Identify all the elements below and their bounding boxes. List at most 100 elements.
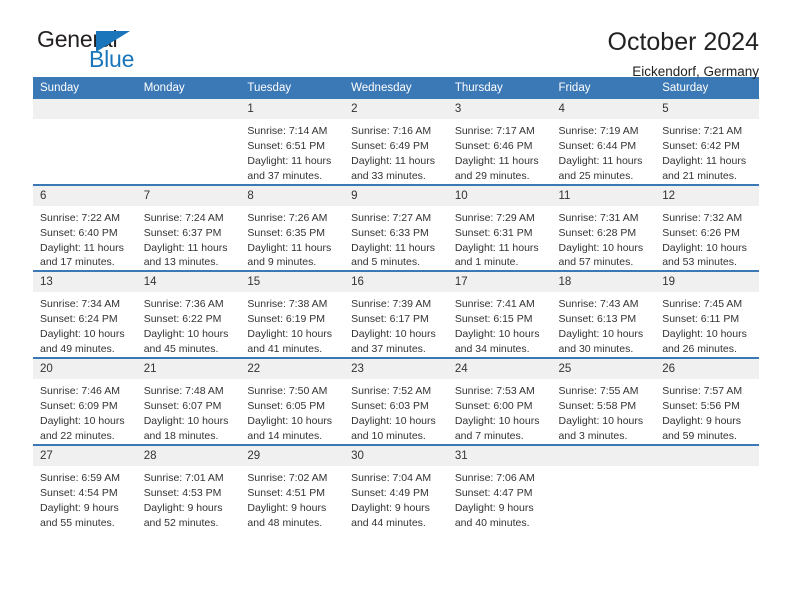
calendar-day-cell[interactable]: 17 Sunrise: 7:41 AM Sunset: 6:15 PM Dayligh…	[447, 270, 552, 359]
sunset-text: Sunset: 4:51 PM	[247, 486, 326, 499]
sunrise-text: Sunrise: 7:34 AM	[40, 298, 120, 311]
calendar-day-cell[interactable]: 7 Sunrise: 7:24 AM Sunset: 6:37 PM Daylight…	[136, 183, 241, 272]
daylight-text: Daylight: 10 hours and 7 minutes.	[454, 414, 540, 442]
day-number: 29	[240, 445, 345, 466]
day-details: Sunrise: 7:17 AM Sunset: 6:46 PM Daylight:…	[448, 119, 552, 184]
day-details: Sunrise: 7:19 AM Sunset: 6:44 PM Daylight:…	[552, 119, 656, 184]
calendar-day-cell[interactable]: 25 Sunrise: 7:55 AM Sunset: 5:58 PM Dayligh…	[551, 357, 656, 445]
calendar-day-cell[interactable]: 10 Sunrise: 7:29 AM Sunset: 6:31 PM Dayligh…	[447, 183, 552, 272]
calendar-day-cell[interactable]: 16 Sunrise: 7:39 AM Sunset: 6:17 PM Dayligh…	[344, 270, 448, 359]
sunrise-text: Sunrise: 7:43 AM	[558, 298, 639, 311]
calendar-day-cell[interactable]: 9 Sunrise: 7:27 AM Sunset: 6:33 PM Daylight…	[344, 183, 448, 272]
calendar-week-row: 27 Sunrise: 6:59 AM Sunset: 4:54 PM Dayligh…	[33, 443, 759, 531]
calendar-day-cell[interactable]: 2 Sunrise: 7:16 AM Sunset: 6:49 PM Daylight…	[344, 99, 448, 185]
sunset-text: Sunset: 6:49 PM	[351, 139, 429, 152]
sunrise-text: Sunrise: 7:55 AM	[558, 385, 639, 398]
calendar-day-cell[interactable]: 27 Sunrise: 6:59 AM Sunset: 4:54 PM Dayligh…	[33, 443, 137, 531]
calendar-day-cell[interactable]: 21 Sunrise: 7:48 AM Sunset: 6:07 PM Dayligh…	[136, 357, 241, 445]
calendar-day-cell[interactable]: 23 Sunrise: 7:52 AM Sunset: 6:03 PM Dayligh…	[344, 357, 448, 445]
calendar-day-cell[interactable]: 12 Sunrise: 7:32 AM Sunset: 6:26 PM Dayligh…	[655, 183, 759, 272]
day-number: 3	[447, 99, 552, 120]
sunset-text: Sunset: 6:40 PM	[40, 226, 118, 239]
calendar-day-cell[interactable]: 18 Sunrise: 7:43 AM Sunset: 6:13 PM Dayligh…	[551, 270, 656, 359]
sunset-text: Sunset: 6:33 PM	[351, 226, 429, 239]
daylight-text: Daylight: 10 hours and 22 minutes.	[40, 414, 125, 442]
daylight-text: Daylight: 9 hours and 59 minutes.	[662, 414, 742, 442]
general-blue-logo[interactable]: General Blue	[33, 28, 163, 76]
weekday-header-sunday: Sunday	[33, 77, 137, 99]
sunset-text: Sunset: 6:28 PM	[558, 226, 637, 239]
day-number: 30	[344, 445, 448, 466]
calendar-day-cell[interactable]: 30 Sunrise: 7:04 AM Sunset: 4:49 PM Dayligh…	[344, 443, 448, 531]
calendar-day-cell[interactable]: 20 Sunrise: 7:46 AM Sunset: 6:09 PM Dayligh…	[33, 357, 137, 445]
sunrise-text: Sunrise: 7:50 AM	[247, 385, 328, 398]
sunrise-text: Sunrise: 7:01 AM	[143, 471, 224, 484]
page-title: October 2024	[607, 28, 760, 56]
calendar-day-cell[interactable]: 26 Sunrise: 7:57 AM Sunset: 5:56 PM Dayligh…	[655, 357, 759, 445]
sunset-text: Sunset: 6:11 PM	[662, 313, 740, 326]
calendar-day-cell[interactable]: 15 Sunrise: 7:38 AM Sunset: 6:19 PM Dayligh…	[240, 270, 345, 359]
daylight-text: Daylight: 9 hours and 40 minutes.	[454, 501, 534, 529]
sunrise-text: Sunrise: 7:32 AM	[662, 211, 743, 224]
calendar-day-cell[interactable]: 6 Sunrise: 7:22 AM Sunset: 6:40 PM Daylight…	[33, 183, 137, 272]
calendar-day-cell-empty	[136, 99, 241, 185]
calendar-day-cell[interactable]: 11 Sunrise: 7:31 AM Sunset: 6:28 PM Dayligh…	[551, 183, 656, 272]
day-details: Sunrise: 7:55 AM Sunset: 5:58 PM Daylight:…	[552, 379, 656, 444]
weekday-header-thursday: Thursday	[447, 77, 552, 99]
sunset-text: Sunset: 6:35 PM	[247, 226, 326, 239]
calendar-day-cell[interactable]: 31 Sunrise: 7:06 AM Sunset: 4:47 PM Dayligh…	[447, 443, 552, 531]
day-details: Sunrise: 7:34 AM Sunset: 6:24 PM Daylight:…	[33, 292, 137, 357]
calendar-day-cell-empty	[655, 443, 759, 531]
calendar-day-cell[interactable]: 4 Sunrise: 7:19 AM Sunset: 6:44 PM Daylight…	[551, 99, 656, 185]
sunrise-text: Sunrise: 7:39 AM	[351, 298, 432, 311]
sunrise-text: Sunrise: 7:06 AM	[454, 471, 535, 484]
sunset-text: Sunset: 6:19 PM	[247, 313, 326, 326]
calendar-day-cell[interactable]: 14 Sunrise: 7:36 AM Sunset: 6:22 PM Dayligh…	[136, 270, 241, 359]
sunset-text: Sunset: 6:13 PM	[558, 313, 637, 326]
calendar-header-row: Sunday Monday Tuesday Wednesday Thursday…	[33, 77, 759, 99]
sunset-text: Sunset: 6:26 PM	[662, 226, 740, 239]
calendar-day-cell[interactable]: 19 Sunrise: 7:45 AM Sunset: 6:11 PM Dayligh…	[655, 270, 759, 359]
logo-text-blue: Blue	[89, 46, 135, 72]
daylight-text: Daylight: 10 hours and 18 minutes.	[143, 414, 229, 442]
calendar-day-cell[interactable]: 29 Sunrise: 7:02 AM Sunset: 4:51 PM Dayligh…	[240, 443, 345, 531]
calendar-day-cell[interactable]: 13 Sunrise: 7:34 AM Sunset: 6:24 PM Dayligh…	[33, 270, 137, 359]
day-number: 25	[551, 359, 656, 380]
sunset-text: Sunset: 6:03 PM	[351, 400, 429, 413]
daylight-text: Daylight: 10 hours and 41 minutes.	[247, 328, 333, 356]
calendar-day-cell[interactable]: 24 Sunrise: 7:53 AM Sunset: 6:00 PM Dayligh…	[447, 357, 552, 445]
calendar-day-cell[interactable]: 5 Sunrise: 7:21 AM Sunset: 6:42 PM Daylight…	[655, 99, 759, 185]
calendar-day-cell[interactable]: 22 Sunrise: 7:50 AM Sunset: 6:05 PM Dayligh…	[240, 357, 345, 445]
sunrise-text: Sunrise: 7:19 AM	[558, 125, 639, 138]
day-details: Sunrise: 7:04 AM Sunset: 4:49 PM Daylight:…	[344, 466, 448, 531]
sunrise-text: Sunrise: 7:52 AM	[351, 385, 432, 398]
sunset-text: Sunset: 6:31 PM	[454, 226, 533, 239]
daylight-text: Daylight: 10 hours and 45 minutes.	[143, 328, 229, 356]
calendar-day-cell[interactable]: 3 Sunrise: 7:17 AM Sunset: 6:46 PM Daylight…	[447, 99, 552, 185]
day-number: 13	[33, 272, 137, 293]
day-number: 6	[33, 185, 137, 206]
sunset-text: Sunset: 4:54 PM	[40, 486, 118, 499]
sunset-text: Sunset: 5:56 PM	[662, 400, 740, 413]
calendar-day-cell[interactable]: 28 Sunrise: 7:01 AM Sunset: 4:53 PM Dayligh…	[136, 443, 241, 531]
day-number: 28	[136, 445, 241, 466]
day-number	[551, 445, 656, 466]
day-details: Sunrise: 7:43 AM Sunset: 6:13 PM Daylight:…	[552, 292, 656, 357]
day-number: 21	[136, 359, 241, 380]
sunset-text: Sunset: 5:58 PM	[558, 400, 637, 413]
day-number: 24	[447, 359, 552, 380]
sunrise-text: Sunrise: 7:17 AM	[454, 125, 535, 138]
calendar-day-cell[interactable]: 1 Sunrise: 7:14 AM Sunset: 6:51 PM Daylight…	[240, 99, 345, 185]
daylight-text: Daylight: 10 hours and 10 minutes.	[351, 414, 436, 442]
sunrise-text: Sunrise: 7:27 AM	[351, 211, 432, 224]
day-details: Sunrise: 7:39 AM Sunset: 6:17 PM Daylight:…	[344, 292, 448, 357]
page-subtitle: Eickendorf, Germany	[632, 63, 759, 79]
day-number	[33, 99, 137, 119]
calendar-week-row: 13 Sunrise: 7:34 AM Sunset: 6:24 PM Dayligh…	[33, 270, 759, 359]
weekday-header-wednesday: Wednesday	[344, 77, 448, 99]
calendar-day-cell[interactable]: 8 Sunrise: 7:26 AM Sunset: 6:35 PM Daylight…	[240, 183, 345, 272]
day-details: Sunrise: 7:31 AM Sunset: 6:28 PM Daylight:…	[552, 206, 656, 271]
sunset-text: Sunset: 6:51 PM	[247, 139, 326, 152]
sunset-text: Sunset: 4:47 PM	[454, 486, 533, 499]
day-details: Sunrise: 7:38 AM Sunset: 6:19 PM Daylight:…	[240, 292, 344, 357]
